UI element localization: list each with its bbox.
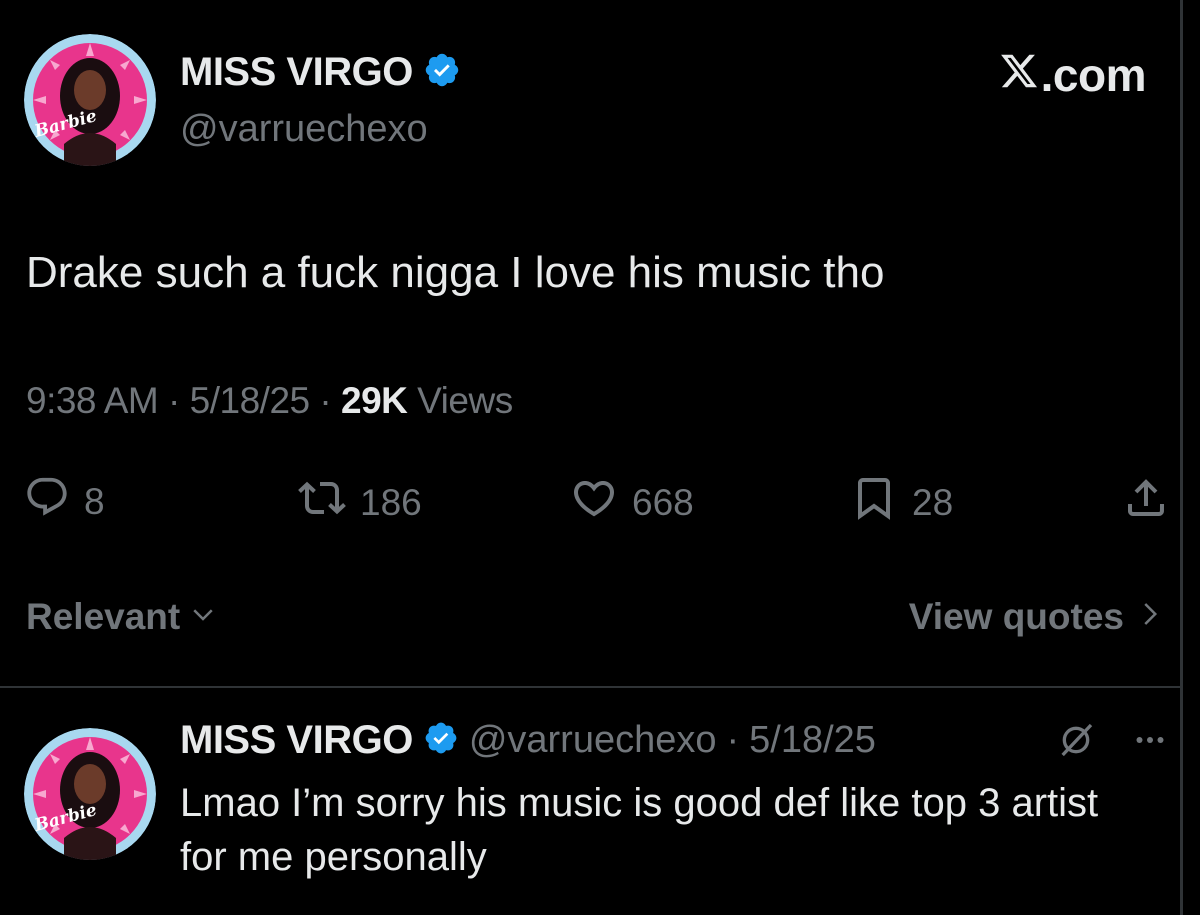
tweet-date[interactable]: 5/18/25 — [190, 380, 310, 421]
reply-author-handle[interactable]: @varruechexo — [469, 719, 717, 762]
more-icon[interactable] — [1128, 722, 1172, 763]
grok-icon[interactable] — [1056, 720, 1096, 765]
view-quotes-label: View quotes — [908, 596, 1124, 637]
share-icon[interactable] — [1122, 474, 1170, 531]
verified-badge-icon — [423, 720, 459, 761]
x-logo-icon — [999, 48, 1041, 102]
heart-icon[interactable] — [570, 474, 618, 531]
retweet-count: 186 — [360, 481, 422, 523]
chevron-right-icon — [1134, 596, 1164, 638]
reply-count: 8 — [84, 480, 105, 522]
scrollbar-track[interactable] — [1180, 0, 1183, 915]
meta-separator: · — [168, 380, 180, 421]
views-label[interactable]: Views — [417, 380, 513, 421]
reply-sort-label: Relevant — [26, 596, 181, 637]
tweet-time[interactable]: 9:38 AM — [26, 380, 159, 421]
section-divider — [0, 686, 1180, 688]
tweet-text: Drake such a fuck nigga I love his music… — [26, 248, 885, 297]
verified-badge-icon — [423, 51, 461, 94]
like-button[interactable]: 668 — [570, 474, 694, 531]
meta-separator: · — [726, 719, 740, 761]
retweet-button[interactable]: 186 — [298, 474, 422, 531]
author-avatar[interactable]: Barbie — [24, 34, 156, 166]
author-handle[interactable]: @varruechexo — [180, 108, 428, 151]
author-display-name[interactable]: MISS VIRGO — [180, 50, 413, 95]
chevron-down-icon — [188, 596, 218, 638]
reply-author-name[interactable]: MISS VIRGO — [180, 718, 413, 763]
bookmark-button[interactable]: 28 — [850, 474, 953, 531]
author-name-row[interactable]: MISS VIRGO — [180, 50, 461, 95]
retweet-icon[interactable] — [298, 474, 346, 531]
meta-separator: · — [319, 380, 332, 421]
reply-date[interactable]: 5/18/25 — [749, 719, 876, 762]
reply-icon[interactable] — [24, 474, 70, 529]
like-count: 668 — [632, 481, 694, 523]
reply-sort-dropdown[interactable]: Relevant — [26, 596, 218, 638]
bookmark-icon[interactable] — [850, 474, 898, 531]
view-quotes-link[interactable]: View quotes — [909, 596, 1164, 638]
reply-header: MISS VIRGO @varruechexo · 5/18/25 — [180, 718, 876, 763]
reply-author-avatar[interactable]: Barbie — [24, 728, 156, 860]
share-button[interactable] — [1122, 474, 1170, 531]
reply-text: Lmao I’m sorry his music is good def lik… — [180, 781, 1099, 879]
x-brand-domain: .com — [1040, 49, 1147, 101]
bookmark-count: 28 — [912, 481, 954, 523]
reply-button[interactable]: 8 — [24, 474, 105, 529]
tweet-meta: 9:38 AM · 5/18/25 · 29K Views — [26, 380, 513, 422]
x-brand: .com — [999, 48, 1147, 102]
views-count[interactable]: 29K — [341, 380, 408, 421]
